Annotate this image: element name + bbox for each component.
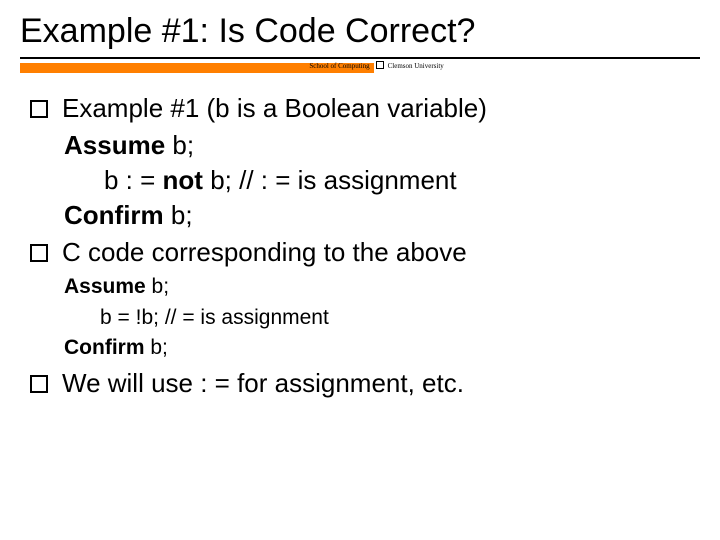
- comment-2: // = is assignment: [165, 306, 329, 329]
- comment-1: // : = is assignment: [239, 165, 456, 195]
- slide-body: Example #1 (b is a Boolean variable) Ass…: [20, 91, 700, 401]
- header-right-label: Clemson University: [386, 61, 700, 71]
- rule-labels: School of Computing Clemson University: [20, 61, 700, 71]
- slide: Example #1: Is Code Correct? School of C…: [0, 0, 720, 540]
- rule-thin: [20, 57, 700, 59]
- bullet-marker-icon: [30, 375, 48, 393]
- code-block-1: Assume b; b : = not b; // : = is assignm…: [30, 128, 700, 233]
- bullet-marker-icon: [30, 100, 48, 118]
- kw-confirm-c: Confirm: [64, 336, 145, 359]
- header-left-label: School of Computing: [20, 61, 374, 71]
- slide-title: Example #1: Is Code Correct?: [20, 12, 700, 51]
- kw-not: not: [163, 165, 203, 195]
- code-block-2: Assume b; b = !b; // = is assignment Con…: [30, 272, 700, 363]
- bullet-2-text: C code corresponding to the above: [62, 235, 700, 270]
- title-rule: School of Computing Clemson University: [20, 57, 700, 73]
- kw-confirm: Confirm: [64, 200, 164, 230]
- bullet-marker-icon: [30, 244, 48, 262]
- bullet-3-text: We will use : = for assignment, etc.: [62, 366, 700, 401]
- bullet-1-text: Example #1 (b is a Boolean variable): [62, 91, 700, 126]
- kw-assume: Assume: [64, 130, 165, 160]
- bullet-1: Example #1 (b is a Boolean variable): [30, 91, 700, 126]
- kw-assume-c: Assume: [64, 275, 146, 298]
- bullet-3: We will use : = for assignment, etc.: [30, 366, 700, 401]
- bullet-2: C code corresponding to the above: [30, 235, 700, 270]
- square-icon: [376, 61, 384, 69]
